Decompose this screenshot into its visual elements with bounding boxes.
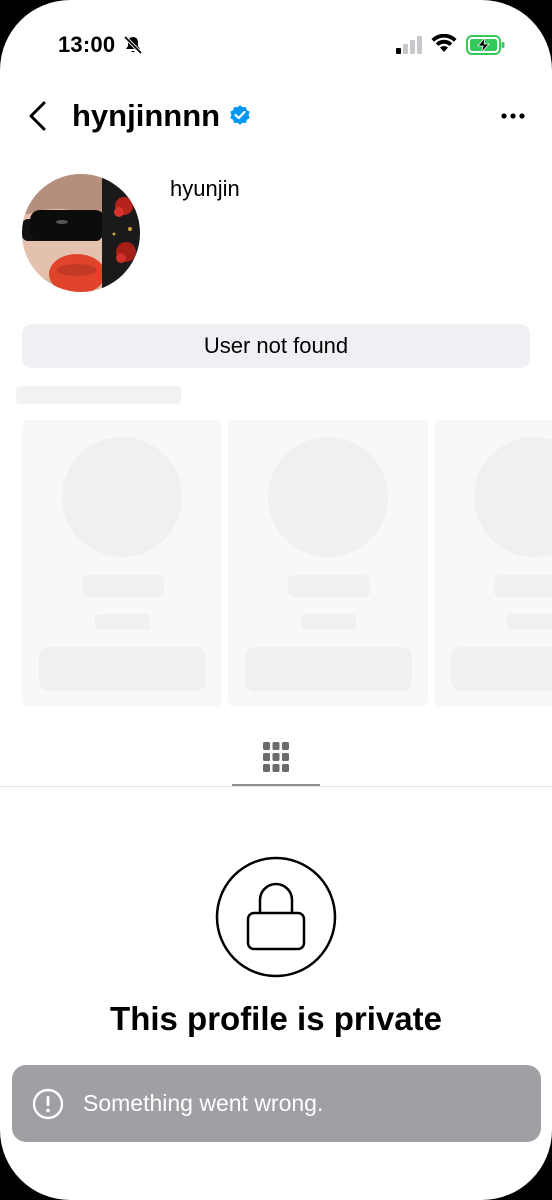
battery-charging-icon bbox=[466, 35, 505, 55]
skeleton-button bbox=[245, 647, 412, 691]
skeleton-line bbox=[82, 575, 164, 597]
skeleton-card bbox=[22, 420, 222, 707]
bell-slash-icon bbox=[123, 35, 143, 55]
skeleton-card bbox=[434, 420, 552, 707]
skeleton-title bbox=[16, 386, 181, 404]
phone-screen: 13:00 hynjinnnn hyunjin User not found T… bbox=[0, 0, 552, 1200]
skeleton-line bbox=[95, 614, 150, 630]
skeleton-line bbox=[507, 614, 552, 630]
profile-display-name: hyunjin bbox=[170, 176, 240, 201]
verified-badge-icon bbox=[230, 105, 250, 125]
skeleton-avatar bbox=[62, 437, 182, 557]
back-chevron-icon[interactable] bbox=[26, 100, 50, 132]
skeleton-card bbox=[228, 420, 428, 707]
skeleton-avatar bbox=[474, 437, 552, 557]
cellular-signal-icon bbox=[396, 36, 422, 54]
tab-divider bbox=[0, 786, 552, 787]
wifi-icon bbox=[431, 34, 457, 52]
grid-icon[interactable] bbox=[263, 742, 289, 772]
skeleton-line bbox=[301, 614, 356, 630]
skeleton-button bbox=[39, 647, 206, 691]
skeleton-avatar bbox=[268, 437, 388, 557]
skeleton-line bbox=[288, 575, 370, 597]
profile-username: hynjinnnn bbox=[72, 98, 221, 133]
private-profile-title: This profile is private bbox=[110, 1000, 442, 1037]
error-toast[interactable]: Something went wrong. bbox=[12, 1065, 541, 1142]
status-time: 13:00 bbox=[58, 32, 116, 57]
skeleton-line bbox=[494, 575, 552, 597]
more-options-icon[interactable] bbox=[500, 112, 526, 120]
exclamation-circle-icon bbox=[32, 1088, 64, 1120]
profile-avatar[interactable] bbox=[22, 174, 140, 292]
lock-icon bbox=[215, 856, 337, 978]
skeleton-button bbox=[451, 647, 552, 691]
toast-message: Something went wrong. bbox=[83, 1090, 324, 1116]
avatar-photo bbox=[22, 174, 140, 292]
user-not-found-button[interactable]: User not found bbox=[22, 324, 530, 368]
